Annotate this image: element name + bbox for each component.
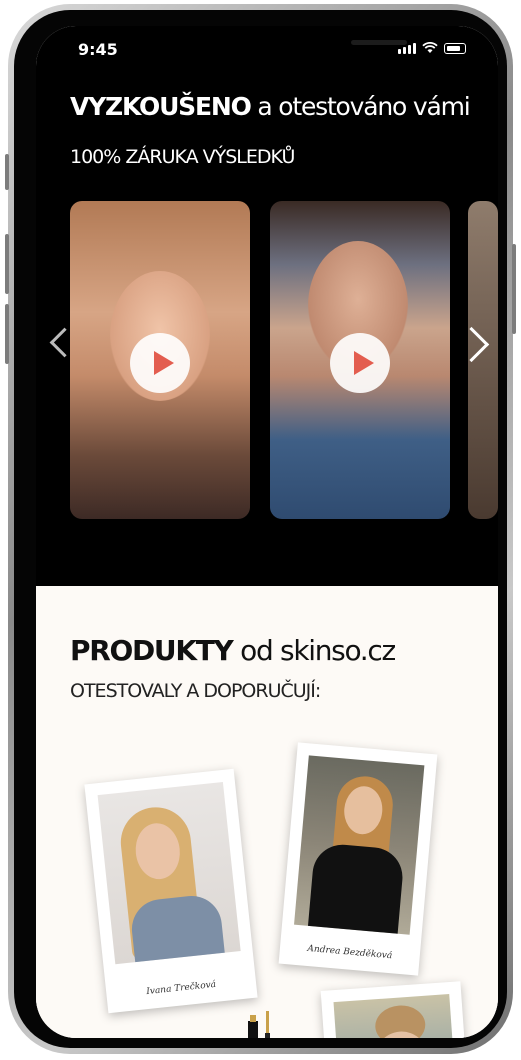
products-title-rest: od skinso.cz xyxy=(232,634,396,667)
side-button xyxy=(5,154,9,190)
play-icon[interactable] xyxy=(330,333,390,393)
hero-title: VYZKOUŠENO a otestováno vámi xyxy=(70,92,471,121)
wifi-icon xyxy=(422,42,438,53)
hero-title-bold: VYZKOUŠENO xyxy=(70,92,252,121)
products-section: PRODUKTY od skinso.cz OTESTOVALY A DOPOR… xyxy=(36,586,498,1038)
phone-screen: 9:45 VYZKOUŠENO a otestováno vámi 100% Z… xyxy=(36,26,498,1038)
testimonial-name: Andrea Bezděková xyxy=(307,943,393,962)
play-icon[interactable] xyxy=(130,333,190,393)
products-subtitle: OTESTOVALY A DOPORUČUJÍ: xyxy=(70,680,321,702)
body-shape xyxy=(307,842,405,935)
serum-bottle-icon xyxy=(248,1011,270,1038)
phone-frame: 9:45 VYZKOUŠENO a otestováno vámi 100% Z… xyxy=(5,4,516,1054)
video-card[interactable] xyxy=(270,201,450,519)
status-icons xyxy=(398,42,466,54)
testimonial-photo xyxy=(294,755,425,935)
testimonials-video-section: VYZKOUŠENO a otestováno vámi 100% ZÁRUKA… xyxy=(36,76,498,586)
side-button xyxy=(5,234,9,294)
testimonial-polaroid: Andrea Bezděková xyxy=(278,742,438,976)
hero-subtitle: 100% ZÁRUKA VÝSLEDKŮ xyxy=(70,146,295,168)
testimonial-polaroid: Ivana Trečková xyxy=(84,768,258,1014)
status-bar: 9:45 xyxy=(36,26,498,76)
battery-icon xyxy=(444,43,466,54)
side-button xyxy=(512,244,516,334)
side-button xyxy=(5,304,9,364)
testimonial-name: Ivana Trečková xyxy=(145,979,217,998)
body-shape xyxy=(128,893,226,965)
testimonial-photo xyxy=(333,994,456,1038)
testimonial-photo xyxy=(97,781,241,965)
status-time: 9:45 xyxy=(78,40,118,59)
signal-icon xyxy=(398,43,416,54)
hero-title-rest: a otestováno vámi xyxy=(250,92,470,121)
testimonial-polaroid xyxy=(320,981,468,1038)
video-card[interactable] xyxy=(70,201,250,519)
products-title-bold: PRODUKTY xyxy=(70,634,234,667)
notch xyxy=(146,26,408,64)
products-title: PRODUKTY od skinso.cz xyxy=(70,634,396,667)
